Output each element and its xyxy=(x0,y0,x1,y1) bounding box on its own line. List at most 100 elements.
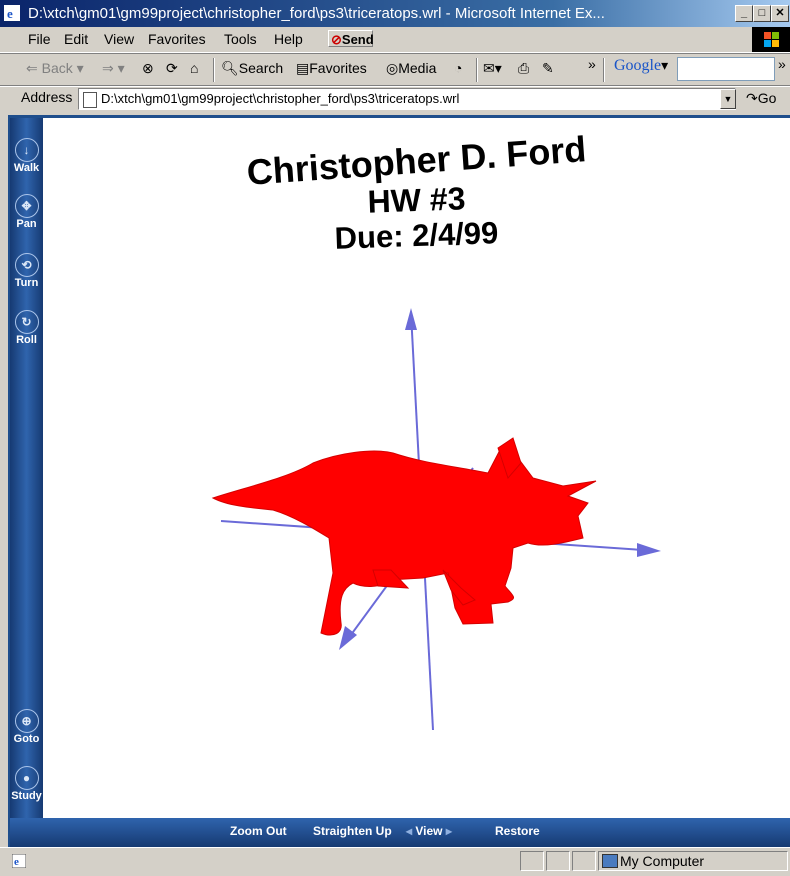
next-view-icon: ▸ xyxy=(445,824,452,838)
svg-text:e: e xyxy=(7,6,13,21)
address-url: D:\xtch\gm01\gm99project\christopher_for… xyxy=(101,91,460,106)
my-computer-icon xyxy=(602,854,618,868)
print-icon: ⎙ xyxy=(518,60,530,76)
edit-icon: ✎ xyxy=(542,60,554,76)
media-icon: ◎ xyxy=(386,60,399,76)
walk-label: Walk xyxy=(13,162,40,174)
refresh-icon: ⟳ xyxy=(166,60,178,76)
home-button[interactable]: ⌂ xyxy=(190,60,198,76)
menu-view[interactable]: View xyxy=(104,31,134,47)
stop-icon: ⊗ xyxy=(142,60,154,76)
google-search-input[interactable] xyxy=(677,57,775,81)
back-button[interactable]: ⇐ Back ▾ xyxy=(26,60,84,77)
address-input[interactable]: D:\xtch\gm01\gm99project\christopher_for… xyxy=(78,88,736,110)
favorites-button[interactable]: ▤Favorites xyxy=(296,60,367,77)
vrml-viewport[interactable]: Christopher D. Ford HW #3 Due: 2/4/99 xyxy=(43,118,790,818)
menu-bar: File Edit View Favorites Tools Help ⊘Sen… xyxy=(0,27,790,53)
menu-help[interactable]: Help xyxy=(274,31,303,47)
study-icon: ● xyxy=(14,766,39,790)
back-dropdown-icon: ▾ xyxy=(76,60,84,76)
menu-tools[interactable]: Tools xyxy=(224,31,257,47)
status-bar: e My Computer xyxy=(0,847,790,876)
google-toolbar-button[interactable]: Google▾ xyxy=(614,57,668,75)
search-button[interactable]: 🔍︎Search xyxy=(221,60,283,77)
mail-icon: ✉▾ xyxy=(483,60,502,76)
roll-icon: ↻ xyxy=(14,310,39,334)
roll-label: Roll xyxy=(16,334,37,346)
restore-button[interactable]: Restore xyxy=(495,824,540,838)
stop-button[interactable]: ⊗ xyxy=(142,60,154,77)
status-panel xyxy=(520,851,544,871)
google-logo: Google xyxy=(614,57,662,74)
zoom-out-button[interactable]: Zoom Out xyxy=(230,824,287,838)
media-button[interactable]: ◎Media xyxy=(386,60,436,77)
toolbar-separator xyxy=(603,58,605,82)
windows-logo xyxy=(752,27,790,52)
search-icon: 🔍︎ xyxy=(221,60,239,76)
google-chevron[interactable]: » xyxy=(778,56,786,72)
go-button[interactable]: ↷Go xyxy=(746,90,776,107)
minimize-button[interactable]: _ xyxy=(735,5,753,22)
turn-button[interactable]: ⟲ Turn xyxy=(10,253,43,289)
window-title: D:\xtch\gm01\gm99project\christopher_for… xyxy=(28,5,605,22)
forward-button[interactable]: ⇒ ▾ xyxy=(102,60,125,77)
page-icon xyxy=(83,91,97,108)
send-button[interactable]: ⊘Send xyxy=(328,30,374,47)
go-label: Go xyxy=(757,90,777,106)
close-button[interactable]: ✕ xyxy=(771,5,789,22)
toolbar-chevron[interactable]: » xyxy=(588,56,596,72)
status-panel xyxy=(546,851,570,871)
walk-icon: ↓ xyxy=(14,138,39,162)
menu-edit[interactable]: Edit xyxy=(64,31,88,47)
back-arrow-icon: ⇐ xyxy=(26,60,38,76)
status-panel xyxy=(572,851,596,871)
maximize-button[interactable]: □ xyxy=(753,5,771,22)
view-selector[interactable]: ◂ View ▸ xyxy=(406,824,452,838)
search-label: Search xyxy=(238,60,284,76)
home-icon: ⌂ xyxy=(190,60,199,76)
favorites-label: Favorites xyxy=(309,60,367,76)
triceratops-body xyxy=(211,447,597,636)
send-label: Send xyxy=(341,32,374,47)
go-arrow-icon: ↷ xyxy=(746,90,758,106)
address-dropdown-button[interactable]: ▼ xyxy=(720,89,736,109)
svg-text:e: e xyxy=(14,856,19,868)
pan-button[interactable]: ✥ Pan xyxy=(10,194,43,230)
study-label: Study xyxy=(11,790,42,802)
favorites-icon: ▤ xyxy=(296,60,310,76)
history-button[interactable]: ◔ xyxy=(454,60,462,76)
refresh-button[interactable]: ⟳ xyxy=(166,60,178,77)
view-label: View xyxy=(415,824,443,838)
menu-file[interactable]: File xyxy=(28,31,51,47)
previous-view-icon: ◂ xyxy=(406,824,413,838)
print-button[interactable]: ⎙ xyxy=(518,60,529,77)
title-bar[interactable]: e D:\xtch\gm01\gm99project\christopher_f… xyxy=(0,0,790,27)
goto-label: Goto xyxy=(13,733,40,745)
edit-button[interactable]: ✎ xyxy=(542,60,554,77)
roll-button[interactable]: ↻ Roll xyxy=(10,310,43,346)
goto-button[interactable]: ⊕ Goto xyxy=(10,709,43,745)
windows-flag-icon xyxy=(764,32,779,47)
toolbar-separator xyxy=(476,58,478,82)
mail-button[interactable]: ✉▾ xyxy=(483,60,502,77)
goto-icon: ⊕ xyxy=(14,709,39,733)
x-axis-arrow xyxy=(637,543,661,557)
send-icon: ⊘ xyxy=(331,32,342,47)
straighten-up-button[interactable]: Straighten Up xyxy=(313,824,392,838)
pan-label: Pan xyxy=(16,218,37,230)
google-dropdown-icon: ▾ xyxy=(661,57,669,73)
triceratops-model xyxy=(211,437,597,636)
pan-icon: ✥ xyxy=(14,194,39,218)
turn-label: Turn xyxy=(14,277,39,289)
address-label: Address xyxy=(21,89,73,105)
media-label: Media xyxy=(398,60,437,76)
study-button[interactable]: ● Study xyxy=(10,766,43,802)
status-zone: My Computer xyxy=(620,853,705,869)
toolbar-separator xyxy=(213,58,215,82)
address-bar: Address D:\xtch\gm01\gm99project\christo… xyxy=(0,85,790,114)
history-icon: ◔ xyxy=(454,60,463,76)
back-label: Back xyxy=(41,60,73,76)
menu-favorites[interactable]: Favorites xyxy=(148,31,206,47)
walk-button[interactable]: ↓ Walk xyxy=(10,138,43,174)
scene-3d xyxy=(211,308,661,731)
